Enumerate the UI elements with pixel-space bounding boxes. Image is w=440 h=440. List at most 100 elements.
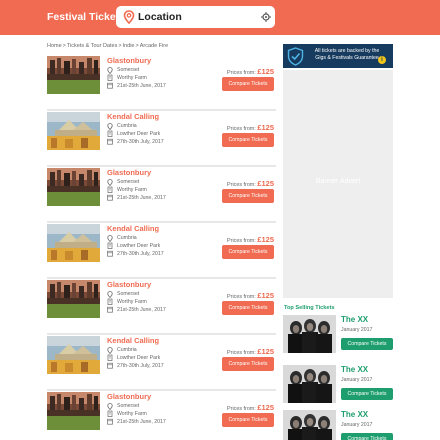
price-label: Prices from: <box>227 70 256 76</box>
location-pin-icon <box>107 403 113 410</box>
building-icon <box>107 130 113 137</box>
band-photo <box>283 365 336 403</box>
location-pin-icon <box>123 10 135 24</box>
calendar-icon <box>107 194 113 201</box>
festival-photo <box>47 112 100 150</box>
calendar-icon <box>107 82 113 89</box>
festival-thumbnail[interactable] <box>47 280 100 318</box>
festival-dates: 27th-30th July, 2017 <box>117 251 164 257</box>
festival-thumbnail[interactable] <box>47 112 100 150</box>
festival-name[interactable]: Glastonbury <box>107 280 151 289</box>
festival-photo <box>47 224 100 262</box>
festival-name[interactable]: Kendal Calling <box>107 336 159 345</box>
breadcrumb-current: Arcade Fire <box>139 43 169 49</box>
compare-tickets-button[interactable]: Compare Tickets <box>222 245 274 259</box>
compare-tickets-button[interactable]: Compare Tickets <box>222 357 274 371</box>
festival-listing[interactable]: Glastonbury Somerset Worthy Farm 21st-25th … <box>47 391 276 440</box>
festival-photo <box>47 56 100 94</box>
building-icon <box>107 298 113 305</box>
band-thumbnail[interactable] <box>283 365 336 403</box>
guarantee-banner[interactable]: All tickets are backed by the Gigs & Fes… <box>283 44 393 68</box>
price-from: Prices from: £125 <box>227 291 274 300</box>
shield-check-icon <box>287 47 304 66</box>
band-name[interactable]: The XX <box>341 365 368 374</box>
festival-listing[interactable]: Glastonbury Somerset Worthy Farm 21st-25th … <box>47 279 276 335</box>
top-selling-item[interactable]: The XX January 2017 Compare Tickets <box>283 410 393 440</box>
band-thumbnail[interactable] <box>283 315 336 353</box>
compare-tickets-button[interactable]: Compare Tickets <box>341 433 393 440</box>
festival-thumbnail[interactable] <box>47 56 100 94</box>
festival-listing[interactable]: Kendal Calling Cumbria Lowther Deer Park 27… <box>47 111 276 167</box>
festival-thumbnail[interactable] <box>47 392 100 430</box>
festival-listing[interactable]: Kendal Calling Cumbria Lowther Deer Park 27… <box>47 335 276 391</box>
top-selling-item[interactable]: The XX January 2017 Compare Tickets <box>283 365 393 405</box>
festival-dates: 21st-25th June, 2017 <box>117 307 166 313</box>
festival-name[interactable]: Glastonbury <box>107 168 151 177</box>
top-selling-title: Top Selling Tickets <box>284 305 335 311</box>
festival-thumbnail[interactable] <box>47 168 100 206</box>
band-name[interactable]: The XX <box>341 315 368 324</box>
building-icon <box>107 242 113 249</box>
price-value: £125 <box>257 179 274 188</box>
compare-tickets-button[interactable]: Compare Tickets <box>222 77 274 91</box>
compare-tickets-button[interactable]: Compare Tickets <box>341 338 393 350</box>
festival-listing[interactable]: Kendal Calling Cumbria Lowther Deer Park 27… <box>47 223 276 279</box>
festival-dates: 21st-25th June, 2017 <box>117 419 166 425</box>
top-selling-item[interactable]: The XX January 2017 Compare Tickets <box>283 315 393 355</box>
band-date: January 2017 <box>341 422 373 428</box>
festival-thumbnail[interactable] <box>47 224 100 262</box>
banner-advert-label: Banner Advert <box>315 178 361 185</box>
festival-listing[interactable]: Glastonbury Somerset Worthy Farm 21st-25th … <box>47 55 276 111</box>
location-pin-icon <box>107 123 113 130</box>
price-from: Prices from: £125 <box>227 235 274 244</box>
breadcrumb-separator: > <box>135 43 139 49</box>
price-from: Prices from: £125 <box>227 403 274 412</box>
festival-name[interactable]: Kendal Calling <box>107 224 159 233</box>
festival-name[interactable]: Kendal Calling <box>107 112 159 121</box>
location-pin-icon <box>107 179 113 186</box>
compare-tickets-button[interactable]: Compare Tickets <box>222 133 274 147</box>
compare-tickets-button[interactable]: Compare Tickets <box>222 301 274 315</box>
band-thumbnail[interactable] <box>283 410 336 440</box>
festival-venue: Worthy Farm <box>117 411 147 417</box>
compare-tickets-button[interactable]: Compare Tickets <box>341 388 393 400</box>
crosshair-icon[interactable] <box>261 12 271 22</box>
location-search[interactable] <box>116 6 275 28</box>
festival-venue: Lowther Deer Park <box>117 243 161 249</box>
festival-photo <box>47 336 100 374</box>
festival-photo <box>47 168 100 206</box>
location-pin-icon <box>107 67 113 74</box>
banner-advert[interactable]: Banner Advert <box>283 70 393 298</box>
compare-tickets-button[interactable]: Compare Tickets <box>222 189 274 203</box>
breadcrumb-indie[interactable]: Indie <box>123 43 135 49</box>
festival-name[interactable]: Glastonbury <box>107 392 151 401</box>
festival-name[interactable]: Glastonbury <box>107 56 151 65</box>
price-value: £125 <box>257 235 274 244</box>
location-search-input[interactable] <box>138 9 248 25</box>
festival-dates: 27th-30th July, 2017 <box>117 363 164 369</box>
compare-tickets-button[interactable]: Compare Tickets <box>222 413 274 427</box>
breadcrumb-tickets[interactable]: Tickets & Tour Dates <box>67 43 117 49</box>
guarantee-text: All tickets are backed by the Gigs & Fes… <box>314 48 380 61</box>
price-from: Prices from: £125 <box>227 123 274 132</box>
band-date: January 2017 <box>341 377 373 383</box>
price-label: Prices from: <box>227 238 256 244</box>
price-from: Prices from: £125 <box>227 67 274 76</box>
calendar-icon <box>107 250 113 257</box>
festival-region: Cumbria <box>117 347 137 353</box>
price-label: Prices from: <box>227 126 256 132</box>
band-name[interactable]: The XX <box>341 410 368 419</box>
breadcrumb-home[interactable]: Home <box>47 43 62 49</box>
price-from: Prices from: £125 <box>227 347 274 356</box>
festival-listing[interactable]: Glastonbury Somerset Worthy Farm 21st-25th … <box>47 167 276 223</box>
info-icon[interactable]: i <box>378 56 386 64</box>
price-value: £125 <box>257 291 274 300</box>
price-label: Prices from: <box>227 350 256 356</box>
price-value: £125 <box>257 67 274 76</box>
festival-region: Somerset <box>117 403 140 409</box>
festival-region: Somerset <box>117 179 140 185</box>
site-header: Festival Tickets: <box>0 0 440 35</box>
festival-thumbnail[interactable] <box>47 336 100 374</box>
festival-venue: Worthy Farm <box>117 187 147 193</box>
festival-venue: Lowther Deer Park <box>117 355 161 361</box>
